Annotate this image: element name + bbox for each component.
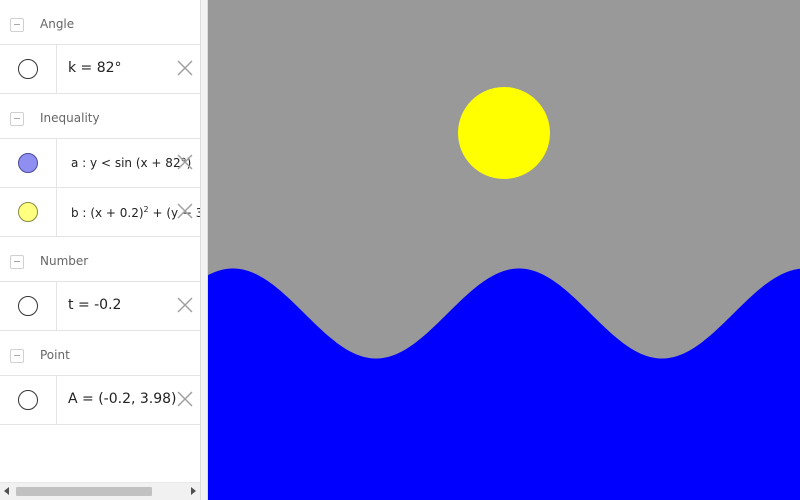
group-header-angle[interactable]: Angle — [0, 0, 200, 45]
close-x-icon[interactable] — [176, 59, 194, 77]
minus-toggle-icon[interactable] — [10, 255, 24, 269]
graphics-view[interactable] — [208, 0, 800, 500]
algebra-view: Angle k = 82° Inequality a : y < sin (x … — [0, 0, 200, 500]
row-separator — [56, 139, 57, 187]
row-separator — [56, 188, 57, 236]
horizontal-scrollbar[interactable] — [0, 482, 200, 500]
close-x-icon[interactable] — [176, 390, 194, 408]
minus-toggle-icon[interactable] — [10, 349, 24, 363]
visibility-marble-icon[interactable] — [18, 59, 38, 79]
panel-divider[interactable] — [200, 0, 208, 500]
visibility-marble-icon[interactable] — [18, 202, 38, 222]
visibility-marble-icon[interactable] — [18, 153, 38, 173]
wave-region[interactable] — [208, 268, 800, 500]
algebra-row-k[interactable]: k = 82° — [0, 45, 200, 94]
minus-toggle-icon[interactable] — [10, 112, 24, 126]
scrollbar-thumb[interactable] — [16, 487, 152, 496]
close-x-icon[interactable] — [176, 153, 194, 171]
group-title: Point — [40, 348, 70, 362]
row-separator — [56, 45, 57, 93]
row-separator — [56, 376, 57, 424]
scroll-left-arrow-icon[interactable] — [4, 487, 9, 495]
group-title: Number — [40, 254, 89, 268]
algebra-row-t[interactable]: t = -0.2 — [0, 282, 200, 331]
algebra-row-b[interactable]: b : (x + 0.2)2 + (y − 3.98) — [0, 188, 200, 237]
formula-expression-left: (x + 0.2) — [90, 206, 144, 220]
graphics-canvas[interactable] — [208, 0, 800, 500]
visibility-marble-icon[interactable] — [18, 390, 38, 410]
group-title: Angle — [40, 17, 75, 31]
formula-prefix: a : — [71, 156, 87, 170]
formula-prefix: b : — [71, 206, 87, 220]
row-separator — [56, 282, 57, 330]
group-header-inequality[interactable]: Inequality — [0, 94, 200, 139]
close-x-icon[interactable] — [176, 202, 194, 220]
algebra-row-A[interactable]: A = (-0.2, 3.98) — [0, 376, 200, 425]
group-header-number[interactable]: Number — [0, 237, 200, 282]
group-header-point[interactable]: Point — [0, 331, 200, 376]
group-title: Inequality — [40, 111, 100, 125]
close-x-icon[interactable] — [176, 296, 194, 314]
algebra-row-a[interactable]: a : y < sin (x + 82°) — [0, 139, 200, 188]
visibility-marble-icon[interactable] — [18, 296, 38, 316]
scroll-right-arrow-icon[interactable] — [191, 487, 196, 495]
sun-disk[interactable] — [458, 87, 550, 179]
minus-toggle-icon[interactable] — [10, 18, 24, 32]
